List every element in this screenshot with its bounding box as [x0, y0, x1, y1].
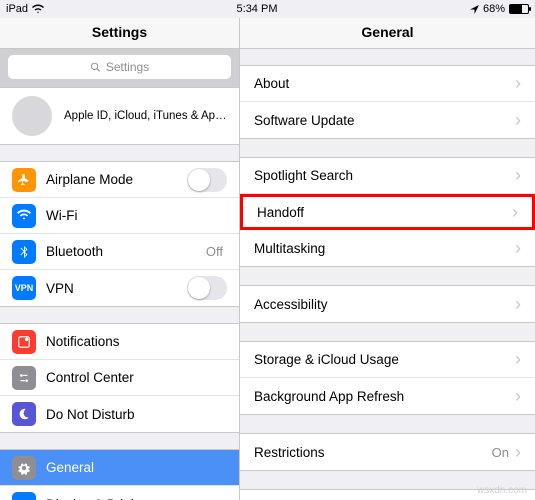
apple-id-label: Apple ID, iCloud, iTunes & App St... — [64, 110, 227, 122]
search-input[interactable]: Settings — [8, 55, 231, 79]
search-placeholder: Settings — [106, 60, 149, 74]
location-icon — [470, 5, 479, 14]
airplane-icon — [12, 168, 36, 192]
display-icon: AA — [12, 492, 36, 500]
row-spotlight[interactable]: Spotlight Search › — [240, 158, 535, 194]
chevron-right-icon: › — [515, 442, 521, 463]
detail-title: General — [240, 18, 535, 49]
chevron-right-icon: › — [515, 238, 521, 259]
chevron-right-icon: › — [515, 110, 521, 131]
moon-icon — [12, 402, 36, 426]
detail-pane: General About › Software Update › Spotli… — [240, 18, 535, 500]
airplane-toggle[interactable] — [187, 168, 227, 192]
row-storage[interactable]: Storage & iCloud Usage › — [240, 342, 535, 378]
notifications-icon — [12, 330, 36, 354]
vpn-toggle[interactable] — [187, 276, 227, 300]
sidebar-item-dnd[interactable]: Do Not Disturb — [0, 396, 239, 432]
sidebar-title: Settings — [0, 18, 239, 49]
apple-id-row[interactable]: Apple ID, iCloud, iTunes & App St... — [0, 88, 239, 144]
chevron-right-icon: › — [515, 73, 521, 94]
row-accessibility[interactable]: Accessibility › — [240, 286, 535, 322]
sidebar-item-airplane[interactable]: Airplane Mode — [0, 162, 239, 198]
bluetooth-value: Off — [206, 244, 223, 259]
sidebar-item-wifi[interactable]: Wi-Fi — [0, 198, 239, 234]
row-background-refresh[interactable]: Background App Refresh › — [240, 378, 535, 414]
chevron-right-icon: › — [515, 165, 521, 186]
search-icon — [90, 62, 101, 73]
vpn-icon: VPN — [12, 276, 36, 300]
sidebar-item-display[interactable]: AA Display & Brightness — [0, 486, 239, 500]
sidebar-item-general[interactable]: General — [0, 450, 239, 486]
wifi-icon — [12, 204, 36, 228]
avatar — [12, 96, 52, 136]
row-handoff[interactable]: Handoff › — [240, 194, 535, 230]
chevron-right-icon: › — [512, 202, 518, 223]
sidebar-item-notifications[interactable]: Notifications — [0, 324, 239, 360]
battery-pct: 68% — [483, 3, 505, 15]
row-datetime[interactable]: Date & Time › — [240, 490, 535, 500]
device-label: iPad — [6, 3, 28, 15]
sidebar-item-control-center[interactable]: Control Center — [0, 360, 239, 396]
control-center-icon — [12, 366, 36, 390]
chevron-right-icon: › — [515, 294, 521, 315]
battery-icon — [509, 4, 529, 14]
sidebar-item-bluetooth[interactable]: Bluetooth Off — [0, 234, 239, 270]
chevron-right-icon: › — [515, 349, 521, 370]
wifi-status-icon — [32, 4, 44, 14]
bluetooth-icon — [12, 240, 36, 264]
status-bar: iPad 5:34 PM 68% — [0, 0, 535, 18]
row-about[interactable]: About › — [240, 66, 535, 102]
chevron-right-icon: › — [515, 386, 521, 407]
sidebar-item-vpn[interactable]: VPN VPN — [0, 270, 239, 306]
gear-icon — [12, 456, 36, 480]
row-restrictions[interactable]: Restrictions On › — [240, 434, 535, 470]
status-time: 5:34 PM — [237, 3, 278, 15]
row-multitasking[interactable]: Multitasking › — [240, 230, 535, 266]
restrictions-value: On — [492, 445, 509, 460]
row-software-update[interactable]: Software Update › — [240, 102, 535, 138]
settings-sidebar: Settings Settings Apple ID, iCloud, iTun… — [0, 18, 240, 500]
